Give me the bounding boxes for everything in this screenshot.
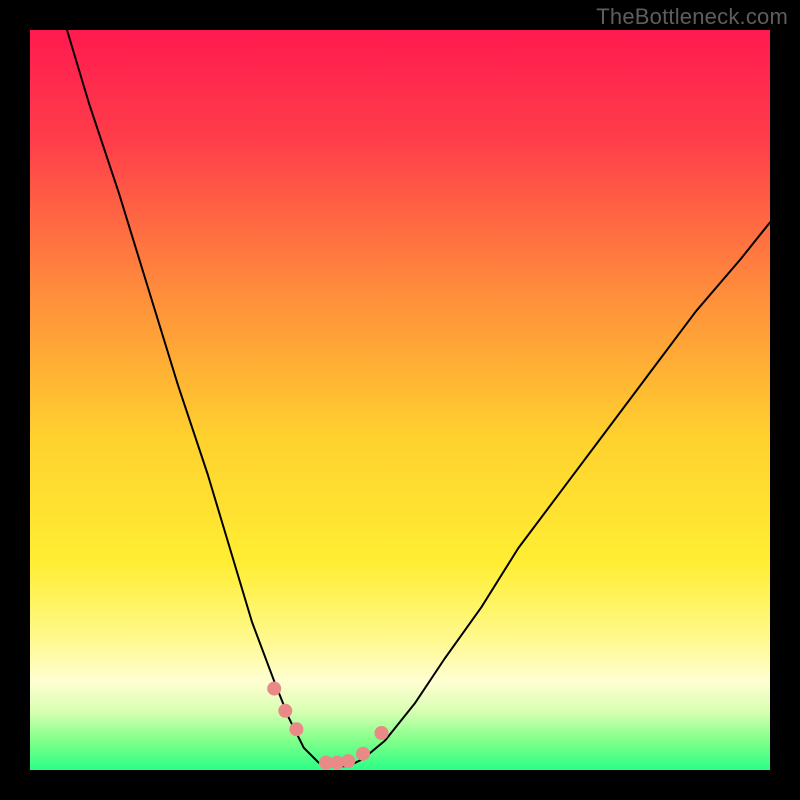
highlight-dot	[267, 682, 281, 696]
highlight-dot	[341, 754, 355, 768]
highlight-dot	[289, 722, 303, 736]
highlight-dot	[356, 747, 370, 761]
highlight-dot	[375, 726, 389, 740]
chart-svg	[30, 30, 770, 770]
plot-area	[30, 30, 770, 770]
watermark-label: TheBottleneck.com	[596, 4, 788, 30]
highlight-dot	[278, 704, 292, 718]
chart-frame: TheBottleneck.com	[0, 0, 800, 800]
plot-background	[30, 30, 770, 770]
